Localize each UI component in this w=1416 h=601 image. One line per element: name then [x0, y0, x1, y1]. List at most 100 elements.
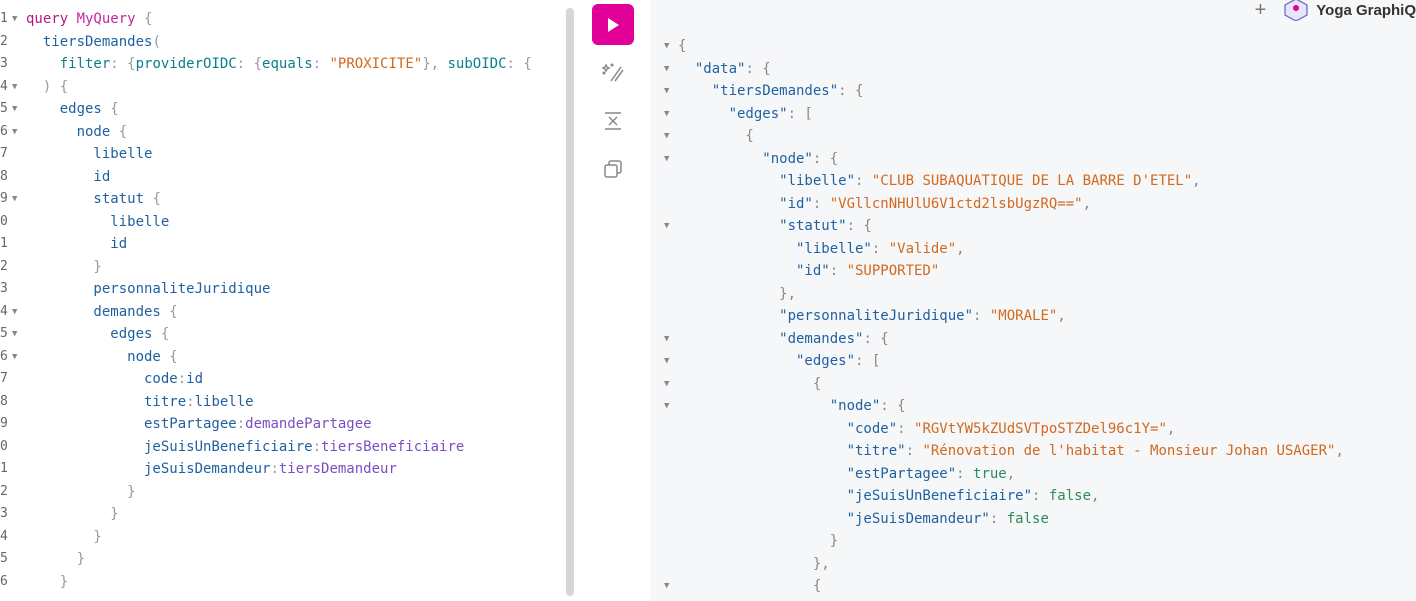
- result-line: "statut": {: [678, 215, 872, 237]
- code-token: :: [186, 393, 195, 410]
- result-line: "id": "SUPPORTED": [678, 260, 939, 282]
- json-token: :: [855, 173, 872, 189]
- json-token: {: [678, 128, 754, 144]
- fold-toggle-icon[interactable]: ▼: [12, 346, 17, 368]
- fold-toggle-icon[interactable]: ▼: [664, 35, 669, 57]
- fold-toggle-icon[interactable]: ▼: [664, 575, 669, 597]
- json-token: {: [678, 578, 822, 594]
- code-token: }: [26, 573, 69, 590]
- code-token: libelle: [26, 213, 170, 230]
- json-token: "data": [678, 60, 746, 77]
- line-number: 3: [0, 506, 8, 521]
- code-token: tiersDemandeur: [278, 461, 397, 477]
- code-token: estPartagee: [26, 416, 237, 432]
- query-editor[interactable]: 1 ▼ query MyQuery {2 tiersDemandes(3 filte…: [0, 0, 565, 601]
- json-token: : [: [787, 105, 813, 122]
- copy-query-button[interactable]: [600, 156, 626, 182]
- json-token: false: [1048, 488, 1092, 504]
- code-text: ) {: [26, 76, 68, 98]
- json-token: "CLUB SUBAQUATIQUE DE LA BARRE D'ETEL": [871, 173, 1193, 189]
- code-token: {: [101, 101, 119, 117]
- top-bar: + Yoga GraphiQ: [1255, 0, 1416, 22]
- fold-toggle-icon[interactable]: ▼: [12, 98, 17, 120]
- json-token: "RGVtYW5kZUdSVTpoSTZDel96c1Y=": [914, 420, 1167, 437]
- code-text: }: [26, 571, 68, 593]
- code-text: }: [26, 481, 136, 503]
- json-token: {: [678, 38, 687, 54]
- json-token: : {: [812, 150, 839, 167]
- json-token: : {: [745, 60, 771, 77]
- result-line: "node": {: [678, 395, 906, 417]
- code-text: code:id: [26, 368, 203, 390]
- json-token: :: [989, 510, 1007, 527]
- json-token: ,: [1057, 308, 1066, 324]
- json-token: }: [678, 533, 839, 549]
- line-number: 1: [0, 461, 8, 476]
- fold-toggle-icon[interactable]: ▼: [664, 148, 669, 170]
- code-text: estPartagee:demandePartagee: [26, 413, 372, 435]
- code-token: }: [26, 483, 136, 500]
- code-token: filter: [26, 56, 111, 72]
- result-line: {: [678, 125, 754, 147]
- json-token: "personnaliteJuridique": [678, 308, 974, 324]
- line-number: 0: [0, 438, 8, 454]
- prettify-button[interactable]: [600, 60, 626, 86]
- fold-toggle-icon[interactable]: ▼: [664, 350, 669, 372]
- line-number: 4: [0, 528, 8, 544]
- fold-toggle-icon[interactable]: ▼: [12, 8, 17, 30]
- json-token: :: [956, 465, 974, 482]
- code-token: id: [26, 168, 111, 185]
- result-line: "estPartagee": true,: [678, 463, 1016, 485]
- result-line: "code": "RGVtYW5kZUdSVTpoSTZDel96c1Y=",: [678, 418, 1176, 440]
- result-line: "jeSuisDemandeur": false: [678, 508, 1049, 530]
- json-token: ,: [1006, 465, 1016, 482]
- code-token: }: [26, 258, 102, 275]
- code-text: }: [26, 526, 101, 548]
- line-number: 7: [0, 146, 8, 161]
- json-token: "Valide": [888, 240, 957, 257]
- fold-toggle-icon[interactable]: ▼: [664, 373, 669, 395]
- editor-scrollbar[interactable]: [566, 8, 574, 596]
- run-query-button[interactable]: [592, 4, 634, 45]
- code-token: {: [110, 123, 128, 140]
- fold-toggle-icon[interactable]: ▼: [12, 121, 17, 143]
- json-token: ,: [1091, 488, 1100, 504]
- fold-toggle-icon[interactable]: ▼: [12, 76, 17, 98]
- json-token: "jeSuisDemandeur": [678, 510, 990, 527]
- code-token: jeSuisUnBeneficiaire: [26, 438, 313, 455]
- add-tab-button[interactable]: +: [1255, 0, 1267, 22]
- fold-toggle-icon[interactable]: ▼: [12, 188, 17, 210]
- fold-toggle-icon[interactable]: ▼: [664, 125, 669, 147]
- code-token: {: [160, 348, 178, 365]
- result-line: "node": {: [678, 148, 838, 170]
- json-token: "demandes": [678, 330, 864, 347]
- result-viewer[interactable]: ▼{▼ "data": {▼ "tiersDemandes": {▼ "edge…: [650, 0, 1416, 601]
- line-number: 8: [0, 393, 8, 409]
- result-line: "jeSuisUnBeneficiaire": false,: [678, 485, 1100, 507]
- line-number: 7: [0, 371, 8, 386]
- code-text: query MyQuery {: [26, 8, 152, 30]
- fold-toggle-icon[interactable]: ▼: [664, 328, 669, 350]
- fold-toggle-icon[interactable]: ▼: [664, 80, 669, 102]
- fold-toggle-icon[interactable]: ▼: [12, 323, 17, 345]
- result-line: {: [678, 575, 821, 597]
- fold-toggle-icon[interactable]: ▼: [664, 58, 669, 80]
- fold-toggle-icon[interactable]: ▼: [12, 301, 17, 323]
- fold-toggle-icon[interactable]: ▼: [664, 395, 669, 417]
- result-line: "edges": [: [678, 350, 880, 372]
- json-token: "libelle": [678, 240, 872, 257]
- json-token: "estPartagee": [678, 465, 957, 482]
- code-text: edges {: [26, 323, 169, 345]
- json-token: false: [1006, 510, 1049, 527]
- fold-toggle-icon[interactable]: ▼: [664, 103, 669, 125]
- line-number: 0: [0, 213, 8, 229]
- merge-fragments-button[interactable]: [600, 108, 626, 134]
- code-token: node: [26, 348, 161, 365]
- json-token: :: [812, 195, 830, 212]
- line-number: 2: [0, 33, 8, 49]
- result-line: },: [678, 553, 830, 575]
- json-token: "SUPPORTED": [846, 263, 940, 279]
- line-number: 3: [0, 56, 8, 71]
- json-token: "titre": [678, 443, 906, 459]
- fold-toggle-icon[interactable]: ▼: [664, 215, 669, 237]
